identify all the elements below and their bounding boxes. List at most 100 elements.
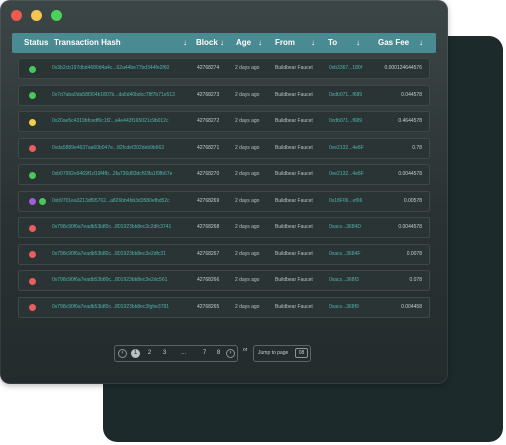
minimize-window-button[interactable]: [31, 10, 42, 21]
block-number[interactable]: 42768270: [197, 165, 219, 184]
column-header-gas-fee[interactable]: Gas Fee: [378, 33, 409, 53]
transaction-hash-link[interactable]: 0xda5889e4637aa60b047e...82fcdef202deb9b…: [52, 139, 164, 158]
gas-fee-value: 0.078: [409, 277, 422, 283]
transaction-hash-link[interactable]: 0x3b2cb197dbd4680d4a4c...62a44be77bd344f…: [52, 59, 169, 78]
table-row[interactable]: 0x3b2cb197dbd4680d4a4c...62a44be77bd344f…: [18, 58, 430, 79]
column-header-age[interactable]: Age: [236, 33, 251, 53]
status-dot-icon: [29, 277, 36, 285]
status-dot-icon: [29, 224, 36, 232]
to-address-link[interactable]: 0xacs...3684D: [329, 218, 361, 237]
close-window-button[interactable]: [11, 10, 22, 21]
block-number[interactable]: 42768271: [197, 139, 219, 158]
page-button[interactable]: 2: [145, 349, 154, 358]
table-row[interactable]: 0xda5889e4637aa60b047e...82fcdef202deb9b…: [18, 137, 430, 159]
transaction-age: 2 days ago: [235, 303, 260, 310]
transaction-age: 2 days ago: [235, 197, 260, 204]
table-row[interactable]: 0x20ae5c4319bfcedf6c1f2...a4e443f165021c…: [18, 111, 430, 132]
sort-arrow-icon[interactable]: ↓: [258, 33, 262, 53]
jump-to-page-label: Jump to page: [258, 350, 289, 356]
status-dot-icon: [29, 304, 36, 311]
gas-fee-value: 0.000124644576: [384, 65, 422, 71]
transaction-hash-link[interactable]: 0x798c90f6a7eadb53b80c...801923bb8ec3c2d…: [52, 218, 171, 237]
block-number[interactable]: 42768273: [197, 86, 219, 105]
from-address: Buildbear Faucet: [275, 118, 313, 124]
transaction-hash-link[interactable]: 0x7d7aba0da58f304b1807b...da5d40bdcc78f7…: [52, 86, 175, 105]
column-header-status[interactable]: Status: [24, 33, 48, 53]
transaction-hash-link[interactable]: 0x798c90f6a7eadb53b80c...801923bb8ec3fgh…: [52, 298, 169, 317]
block-number[interactable]: 42768269: [197, 192, 219, 211]
block-number[interactable]: 42768267: [197, 245, 219, 264]
block-number[interactable]: 42768266: [197, 271, 219, 290]
block-number[interactable]: 42768265: [197, 298, 219, 317]
jump-to-page: Jump to page 08: [253, 345, 311, 362]
transaction-age: 2 days ago: [235, 171, 260, 177]
app-window: Status Transaction Hash ↓ Block ↓ Age ↓ …: [0, 0, 448, 384]
column-header-block[interactable]: Block: [196, 33, 218, 53]
from-address: Buildbear Faucet: [275, 91, 313, 98]
table-row[interactable]: 0xb9701ea3213df95762...a826bb4bb3d3580ef…: [18, 190, 430, 212]
gas-fee-value: 0.78: [412, 144, 422, 151]
status-dot-icon: [29, 171, 36, 179]
to-address-link[interactable]: 0xacs...368f9: [329, 298, 359, 317]
to-address-link[interactable]: 0xdb071...f689: [329, 112, 362, 131]
prev-page-icon[interactable]: ‹: [118, 349, 127, 358]
transaction-age: 2 days ago: [235, 224, 260, 230]
transaction-hash-link[interactable]: 0x20ae5c4319bfcedf6c1f2...a4e443f165021c…: [52, 112, 169, 131]
status-dot-icon: [29, 198, 36, 205]
status-dot-icon: [29, 118, 36, 126]
sort-arrow-icon[interactable]: ↓: [183, 33, 187, 53]
sort-arrow-icon[interactable]: ↓: [311, 33, 315, 53]
transaction-hash-link[interactable]: 0x798c90f6a7eadb53b80c...801923bb8ec3e2d…: [52, 271, 167, 290]
to-address-link[interactable]: 0xe2132...4e8F: [329, 165, 364, 184]
table-row[interactable]: 0x798c90f6a7eadb53b80c...801923bb8ec3c2d…: [18, 217, 430, 238]
transaction-hash-link[interactable]: 0xb07992e9469f1d19f4fb...2fa736d83dcf93f…: [52, 165, 172, 184]
page-button[interactable]: 7: [200, 349, 209, 358]
from-address: Buildbear Faucet: [275, 197, 313, 204]
column-header-transaction-hash[interactable]: Transaction Hash: [54, 33, 121, 53]
status-dot-icon: [29, 65, 36, 73]
page-button[interactable]: 3: [160, 349, 169, 358]
to-address-link[interactable]: 0xacs...3684F: [329, 245, 360, 264]
sort-arrow-icon[interactable]: ↓: [220, 33, 224, 53]
transaction-age: 2 days ago: [235, 250, 260, 257]
transaction-age: 2 days ago: [235, 118, 260, 124]
from-address: Buildbear Faucet: [275, 277, 313, 283]
table-row[interactable]: 0x798c90f6a7eadb53b80c...801923bb8ec3fgh…: [18, 296, 430, 318]
block-number[interactable]: 42768268: [197, 218, 219, 237]
to-address-link[interactable]: 0xacs...368f3: [329, 271, 359, 290]
block-number[interactable]: 42768272: [197, 112, 219, 131]
column-header-to[interactable]: To: [328, 33, 337, 53]
status-dot-icon: [39, 198, 46, 205]
transaction-hash-link[interactable]: 0x798c90f6a7eadb53b80c...801923bb8ec3e2d…: [52, 245, 166, 264]
to-address-link[interactable]: 0xdb071...f689: [329, 86, 362, 105]
to-address-link[interactable]: 0xb3367...180f: [329, 59, 362, 78]
transaction-hash-link[interactable]: 0xb9701ea3213df95762...a826bb4bb3d3580ef…: [52, 192, 170, 211]
from-address: Buildbear Faucet: [275, 303, 313, 310]
table-row[interactable]: 0xb07992e9469f1d19f4fb...2fa736d83dcf93f…: [18, 164, 430, 185]
jump-to-page-input[interactable]: 08: [295, 348, 308, 358]
table-header: Status Transaction Hash ↓ Block ↓ Age ↓ …: [12, 33, 436, 53]
column-header-from[interactable]: From: [275, 33, 295, 53]
status-dot-icon: [29, 92, 36, 99]
page-button[interactable]: 1: [131, 349, 140, 358]
transaction-age: 2 days ago: [235, 144, 260, 151]
next-page-icon[interactable]: ›: [226, 349, 235, 358]
from-address: Buildbear Faucet: [275, 224, 313, 230]
gas-fee-value: 0.00578: [403, 197, 422, 204]
transaction-age: 2 days ago: [235, 91, 260, 98]
pagination-or-label: or: [243, 347, 248, 353]
to-address-link[interactable]: 0xe2132...4e8F: [329, 139, 364, 158]
gas-fee-value: 0.4644578: [398, 118, 422, 124]
gas-fee-value: 0.004458: [401, 303, 422, 310]
to-address-link[interactable]: 0x18F06...ef06: [329, 192, 362, 211]
block-number[interactable]: 42768274: [197, 59, 219, 78]
page-button[interactable]: 8: [214, 349, 223, 358]
gas-fee-value: 0.044578: [401, 91, 422, 98]
sort-arrow-icon[interactable]: ↓: [356, 33, 360, 53]
table-row[interactable]: 0x798c90f6a7eadb53b80c...801923bb8ec3e2d…: [18, 243, 430, 265]
maximize-window-button[interactable]: [51, 10, 62, 21]
table-row[interactable]: 0x798c90f6a7eadb53b80c...801923bb8ec3e2d…: [18, 270, 430, 291]
sort-arrow-icon[interactable]: ↓: [419, 33, 423, 53]
table-row[interactable]: 0x7d7aba0da58f304b1807b...da5d40bdcc78f7…: [18, 84, 430, 106]
from-address: Buildbear Faucet: [275, 144, 313, 151]
